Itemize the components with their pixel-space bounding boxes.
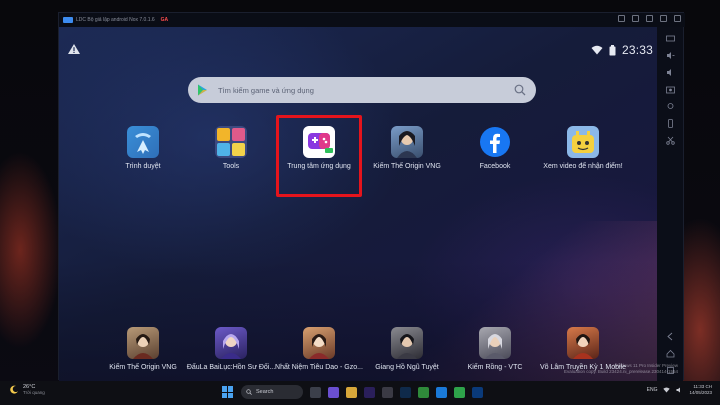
close-icon[interactable]	[674, 15, 681, 22]
taskbar-search-label: Search	[256, 389, 274, 395]
app-label: Xem video để nhận điểm!	[543, 163, 623, 170]
app-nhat-niem[interactable]: Nhất Niệm Tiêu Dao - Gzo...	[269, 327, 369, 371]
search-placeholder: Tìm kiếm game và ứng dụng	[218, 85, 314, 95]
status-bar-right: 23:33	[591, 43, 653, 57]
toolbar-back-button[interactable]	[665, 331, 675, 341]
taskbar-search[interactable]: Search	[241, 385, 303, 399]
search-icon	[246, 389, 252, 395]
app-kiem-the-dock[interactable]: Kiếm Thế Origin VNG	[93, 327, 193, 371]
photoshop-icon[interactable]	[400, 386, 411, 398]
premiere-icon[interactable]	[364, 386, 375, 398]
maximize-icon[interactable]	[660, 15, 667, 22]
giang-ho-icon	[391, 327, 423, 359]
browser-icon	[127, 126, 159, 158]
toolbar-home-button[interactable]	[665, 348, 675, 358]
back-icon	[666, 332, 672, 340]
weather-widget[interactable]: 26°C Trời quang	[10, 384, 45, 395]
kiem-the-icon	[127, 327, 159, 359]
app-giang-ho[interactable]: Giang Hồ Ngũ Tuyệt	[357, 327, 457, 371]
taskbar-apps: Search	[222, 385, 483, 399]
facebook-icon	[479, 126, 511, 158]
menu-icon[interactable]	[632, 15, 639, 22]
spreadsheet-icon[interactable]	[418, 386, 429, 398]
app-facebook[interactable]: Facebook	[445, 126, 545, 170]
emulator-logo-icon	[63, 17, 73, 23]
app-kiem-rong[interactable]: Kiếm Rồng - VTC	[445, 327, 545, 371]
toolbar-volume-down-button[interactable]	[665, 67, 675, 77]
volume-down-icon	[666, 68, 671, 76]
app-browser[interactable]: Trình duyệt	[93, 126, 193, 170]
wifi-icon	[591, 45, 603, 55]
emulator-toolbar	[657, 27, 683, 381]
battery-icon	[609, 44, 616, 55]
watermark-line2: Evaluation copy. Build 23424.ni_prerelea…	[563, 369, 678, 374]
chat-icon[interactable]	[328, 386, 339, 398]
app-label: Kiếm Thế Origin VNG	[373, 163, 441, 170]
highlight-box	[276, 115, 362, 197]
app-label: Trình duyệt	[125, 163, 161, 170]
location-icon	[667, 102, 673, 109]
taskview-icon[interactable]	[310, 386, 321, 398]
status-clock: 23:33	[621, 43, 653, 57]
app-label: Nhất Niệm Tiêu Dao - Gzo...	[275, 364, 363, 371]
weather-desc: Trời quang	[23, 390, 45, 395]
file-explorer-icon[interactable]	[346, 386, 357, 398]
edge-icon[interactable]	[436, 386, 447, 398]
moon-icon	[10, 385, 18, 394]
keyboard-icon	[665, 35, 675, 41]
emulator-window: LDC Bộ giả lập android Nox 7.0.1.6 GA 23…	[58, 12, 685, 381]
warning-icon[interactable]	[67, 43, 81, 55]
minimize-icon[interactable]	[646, 15, 653, 22]
windows-start-icon[interactable]	[222, 386, 234, 398]
taskbar-date: 14/05/2023	[689, 390, 712, 395]
toolbar-location-button[interactable]	[665, 101, 675, 111]
system-tray: ENG 11:33 CH 14/05/2023	[647, 384, 712, 396]
volume-up-icon	[666, 51, 674, 59]
toolbar-cut-button[interactable]	[665, 135, 675, 145]
app-label: Facebook	[479, 163, 511, 170]
search-icon[interactable]	[514, 84, 526, 96]
wifi-icon[interactable]	[663, 387, 671, 393]
window-controls	[618, 15, 681, 22]
nhat-niem-icon	[303, 327, 335, 359]
emulator-title: LDC Bộ giả lập android Nox 7.0.1.6	[76, 17, 155, 23]
taskbar-clock[interactable]: 11:33 CH 14/05/2023	[689, 384, 712, 396]
emulator-badge: GA	[160, 17, 169, 23]
emulator-titlebar[interactable]: LDC Bộ giả lập android Nox 7.0.1.6 GA	[59, 13, 685, 27]
language-indicator[interactable]: ENG	[647, 387, 658, 393]
kiem-the-icon	[391, 126, 423, 158]
toolbar-screenshot-button[interactable]	[665, 84, 675, 94]
app-label: Kiếm Thế Origin VNG	[109, 364, 177, 371]
app-kiem-the[interactable]: Kiếm Thế Origin VNG	[357, 126, 457, 170]
app-icon[interactable]	[382, 386, 393, 398]
nox-icon[interactable]	[472, 386, 483, 398]
speaker-icon[interactable]	[676, 387, 683, 393]
windows-taskbar: 26°C Trời quang Search ENG 11:33 CH 14/0…	[0, 381, 720, 405]
app-tools[interactable]: Tools	[181, 126, 281, 170]
app-label: ĐấuLa BaiLục:Hồn Sư Đối...	[186, 364, 276, 371]
toolbar-shake-button[interactable]	[665, 118, 675, 128]
home-icon	[666, 349, 674, 357]
app-label: Kiếm Rồng - VTC	[467, 364, 523, 371]
screenshot-icon	[665, 86, 675, 93]
app-label: Tools	[222, 163, 240, 170]
kiem-rong-icon	[479, 327, 511, 359]
video-reward-icon	[567, 126, 599, 158]
tools-icon	[215, 126, 247, 158]
chrome-icon[interactable]	[454, 386, 465, 398]
scissors-icon	[665, 136, 675, 145]
app-video-reward[interactable]: Xem video để nhận điểm!	[533, 126, 633, 170]
dau-la-icon	[215, 327, 247, 359]
vo-lam-icon	[567, 327, 599, 359]
toolbar-volume-up-button[interactable]	[665, 50, 675, 60]
shake-icon	[667, 118, 673, 128]
toolbar-keyboard-button[interactable]	[665, 33, 675, 43]
app-label: Giang Hồ Ngũ Tuyệt	[375, 364, 439, 371]
search-bar[interactable]: Tìm kiếm game và ứng dụng	[188, 77, 536, 103]
windows-watermark: Windows 11 Pro Insider Preview Evaluatio…	[564, 363, 678, 375]
play-store-icon	[198, 84, 207, 96]
android-screen: 23:33 Tìm kiếm game và ứng dụng Trình du…	[59, 27, 659, 381]
app-dau-la[interactable]: ĐấuLa BaiLục:Hồn Sư Đối...	[181, 327, 281, 371]
user-icon[interactable]	[618, 15, 625, 22]
